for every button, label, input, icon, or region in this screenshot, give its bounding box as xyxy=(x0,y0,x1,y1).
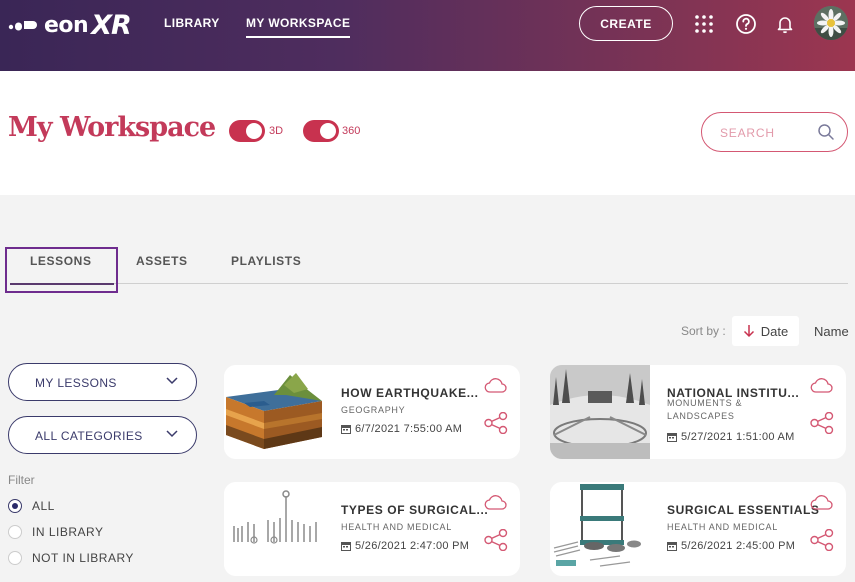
lesson-title: HOW EARTHQUAKE... xyxy=(341,386,479,400)
lesson-category: MONUMENTS & LANDSCAPES xyxy=(667,398,743,421)
toggle-360[interactable] xyxy=(303,120,339,142)
nav-library[interactable]: LIBRARY xyxy=(164,16,220,30)
radio-label: NOT IN LIBRARY xyxy=(32,551,134,565)
tab-assets[interactable]: ASSETS xyxy=(136,254,188,268)
eonxr-logo[interactable]: eon XR xyxy=(8,9,132,41)
lesson-date-text: 6/7/2021 7:55:00 AM xyxy=(355,423,463,435)
chevron-down-icon xyxy=(166,377,178,385)
cloud-icon[interactable] xyxy=(484,377,508,393)
sort-date-label: Date xyxy=(760,323,789,339)
top-header: eon XR LIBRARY MY WORKSPACE CREATE xyxy=(0,0,855,71)
search-placeholder: SEARCH xyxy=(720,126,775,140)
create-button[interactable]: CREATE xyxy=(579,6,673,41)
cloud-icon[interactable] xyxy=(810,494,834,510)
calendar-icon xyxy=(341,542,351,551)
dropdown-value: MY LESSONS xyxy=(35,376,117,390)
lesson-card[interactable]: NATIONAL INSTITU... MONUMENTS & LANDSCAP… xyxy=(550,365,846,459)
radio-not-in-library[interactable]: NOT IN LIBRARY xyxy=(8,551,134,565)
sort-date-button[interactable]: Date xyxy=(732,316,799,346)
lesson-date: 5/26/2021 2:45:00 PM xyxy=(667,540,795,552)
app-root: eon XR LIBRARY MY WORKSPACE CREATE My Wo… xyxy=(0,0,855,582)
radio-in-library[interactable]: IN LIBRARY xyxy=(8,525,103,539)
lesson-date: 5/26/2021 2:47:00 PM xyxy=(341,540,469,552)
tab-lessons[interactable]: LESSONS xyxy=(30,254,92,268)
logo-xr: XR xyxy=(91,9,132,41)
help-icon[interactable] xyxy=(734,12,758,36)
radio-all[interactable]: ALL xyxy=(8,499,55,513)
lesson-title: TYPES OF SURGICAL... xyxy=(341,503,489,517)
search-icon[interactable] xyxy=(817,123,835,141)
calendar-icon xyxy=(341,425,351,434)
arrow-down-icon xyxy=(743,325,754,338)
page-title: My Workspace xyxy=(8,112,216,143)
lesson-category: HEALTH AND MEDICAL xyxy=(341,522,452,532)
avatar[interactable] xyxy=(814,6,848,40)
lesson-thumbnail xyxy=(224,482,324,576)
radio-button[interactable] xyxy=(8,551,22,565)
lesson-date-text: 5/27/2021 1:51:00 AM xyxy=(681,431,795,443)
toggle-360-label: 360 xyxy=(342,125,361,137)
share-icon[interactable] xyxy=(810,412,834,434)
nav-my-workspace[interactable]: MY WORKSPACE xyxy=(246,16,351,38)
tab-playlists[interactable]: PLAYLISTS xyxy=(231,254,301,268)
tabs-divider xyxy=(10,283,848,284)
logo-mark-icon xyxy=(8,21,37,31)
toggle-knob xyxy=(320,123,336,139)
lesson-date-text: 5/26/2021 2:45:00 PM xyxy=(681,540,796,552)
search-input[interactable]: SEARCH xyxy=(701,112,848,152)
share-icon[interactable] xyxy=(810,529,834,551)
sort-by-label: Sort by : xyxy=(681,324,726,338)
calendar-icon xyxy=(667,433,677,442)
lesson-title: SURGICAL ESSENTIALS xyxy=(667,503,820,517)
lesson-date-text: 5/26/2021 2:47:00 PM xyxy=(355,540,470,552)
calendar-icon xyxy=(667,542,677,551)
lesson-card[interactable]: SURGICAL ESSENTIALS HEALTH AND MEDICAL 5… xyxy=(550,482,846,576)
radio-button[interactable] xyxy=(8,499,22,513)
lesson-category: HEALTH AND MEDICAL xyxy=(667,522,778,532)
radio-label: ALL xyxy=(32,499,55,513)
cloud-icon[interactable] xyxy=(484,494,508,510)
chevron-down-icon xyxy=(166,430,178,438)
categories-dropdown[interactable]: ALL CATEGORIES xyxy=(8,416,197,454)
lesson-card[interactable]: HOW EARTHQUAKE... GEOGRAPHY 6/7/2021 7:5… xyxy=(224,365,520,459)
toggle-3d-label: 3D xyxy=(269,125,284,137)
dropdown-value: ALL CATEGORIES xyxy=(35,429,143,443)
radio-label: IN LIBRARY xyxy=(32,525,104,539)
sort-name-button[interactable]: Name xyxy=(814,324,849,339)
filter-label: Filter xyxy=(8,473,35,487)
lesson-date: 6/7/2021 7:55:00 AM xyxy=(341,423,462,435)
lesson-category: GEOGRAPHY xyxy=(341,405,406,415)
radio-button[interactable] xyxy=(8,525,22,539)
bell-icon[interactable] xyxy=(773,12,797,36)
lesson-date: 5/27/2021 1:51:00 AM xyxy=(667,431,795,443)
share-icon[interactable] xyxy=(484,412,508,434)
logo-text: eon xyxy=(44,12,89,38)
lesson-thumbnail xyxy=(550,365,650,459)
toggle-knob xyxy=(246,123,262,139)
apps-grid-icon[interactable] xyxy=(692,12,716,36)
lesson-thumbnail xyxy=(224,365,324,459)
my-lessons-dropdown[interactable]: MY LESSONS xyxy=(8,363,197,401)
lesson-card[interactable]: TYPES OF SURGICAL... HEALTH AND MEDICAL … xyxy=(224,482,520,576)
lesson-thumbnail xyxy=(550,482,650,576)
share-icon[interactable] xyxy=(484,529,508,551)
toggle-3d[interactable] xyxy=(229,120,265,142)
cloud-icon[interactable] xyxy=(810,377,834,393)
